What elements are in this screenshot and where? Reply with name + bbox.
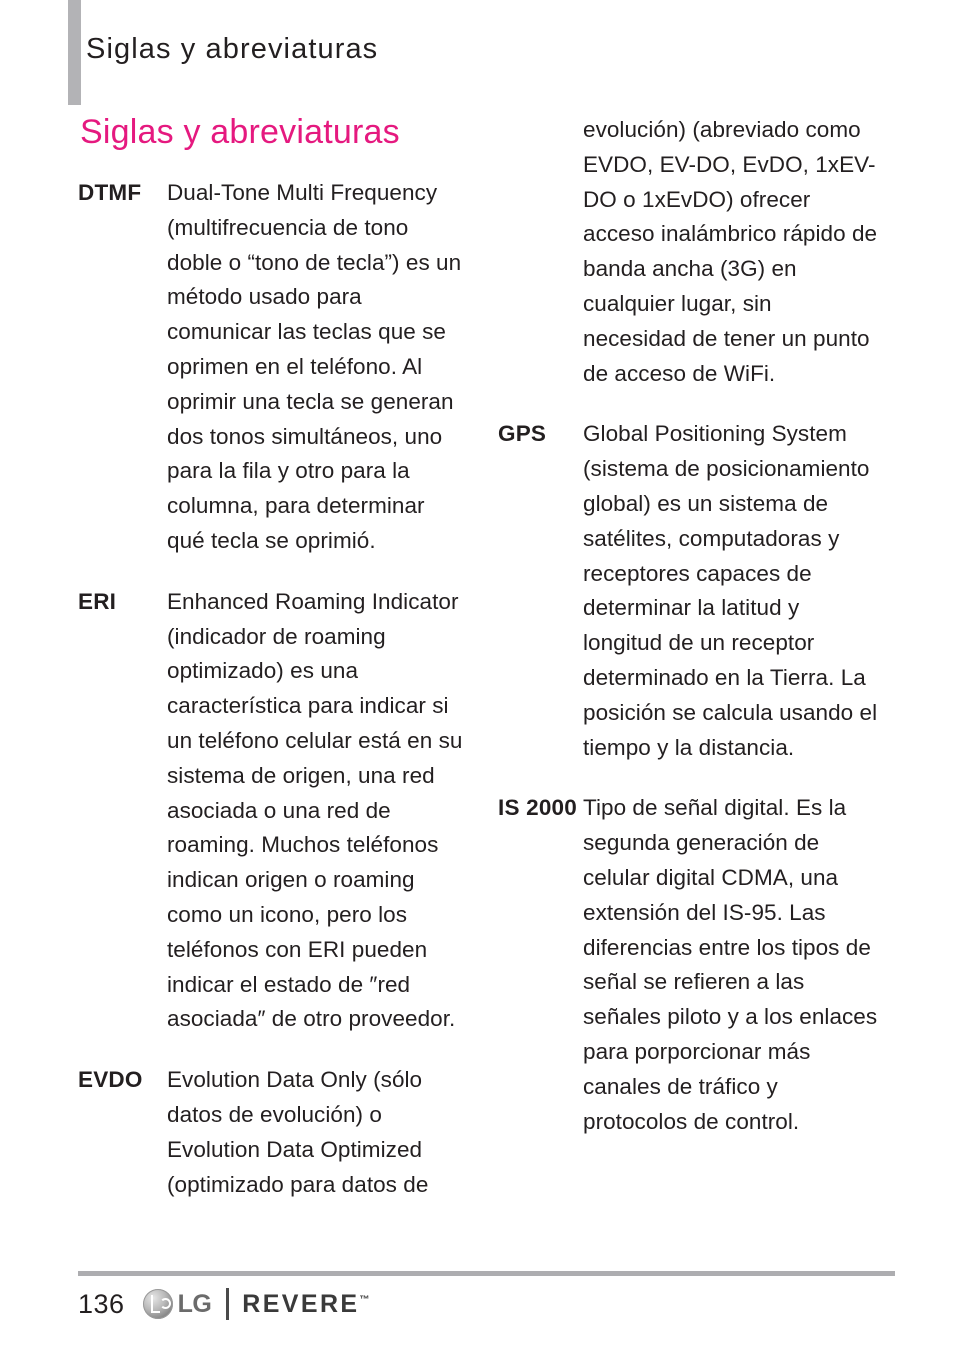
footer-divider xyxy=(78,1271,895,1276)
lg-face-icon xyxy=(142,1289,173,1319)
glossary-definition: Dual-Tone Multi Frequency (multifrecuenc… xyxy=(167,180,462,553)
page-number: 136 xyxy=(78,1288,125,1319)
glossary-definition: Global Positioning System (sistema de po… xyxy=(583,421,878,760)
running-header-title: Siglas y abreviaturas xyxy=(86,33,379,65)
glossary-entry: EVDO Evolution Data Only (sólo datos de … xyxy=(78,1063,463,1202)
glossary-definition: Enhanced Roaming Indicator (indicador de… xyxy=(167,588,463,1032)
header-accent-bar xyxy=(68,0,81,105)
trademark-symbol: ™ xyxy=(359,1294,370,1306)
right-column: evolución) (abreviado como EVDO, EV-DO, … xyxy=(498,113,878,1139)
glossary-entry: ERI Enhanced Roaming Indicator (indicado… xyxy=(78,585,463,1037)
glossary-definition: Evolution Data Only (sólo datos de evolu… xyxy=(167,1067,429,1197)
glossary-term: EVDO xyxy=(78,1067,143,1093)
product-wordmark: REVERE™ xyxy=(242,1289,370,1318)
glossary-term: GPS xyxy=(498,421,547,447)
brand-separator xyxy=(226,1288,230,1320)
left-column: DTMF Dual-Tone Multi Frequency (multifre… xyxy=(78,176,463,1202)
glossary-entry: DTMF Dual-Tone Multi Frequency (multifre… xyxy=(78,176,463,559)
page-footer: 136 LG REVERE™ xyxy=(78,1288,370,1320)
glossary-term: ERI xyxy=(78,588,117,614)
glossary-term: IS 2000 xyxy=(498,795,577,821)
glossary-entry: IS 2000 Tipo de señal digital. Es la seg… xyxy=(498,791,878,1139)
glossary-definition-continuation: evolución) (abreviado como EVDO, EV-DO, … xyxy=(583,117,878,386)
glossary-term: DTMF xyxy=(78,180,142,205)
page-title: Siglas y abreviaturas xyxy=(80,113,400,151)
lg-brand-logo: LG xyxy=(142,1289,212,1319)
lg-wordmark: LG xyxy=(177,1289,212,1318)
glossary-definition: Tipo de señal digital. Es la segunda gen… xyxy=(583,795,878,1134)
product-name: REVERE xyxy=(242,1289,360,1318)
glossary-entry: GPS Global Positioning System (sistema d… xyxy=(498,417,878,765)
